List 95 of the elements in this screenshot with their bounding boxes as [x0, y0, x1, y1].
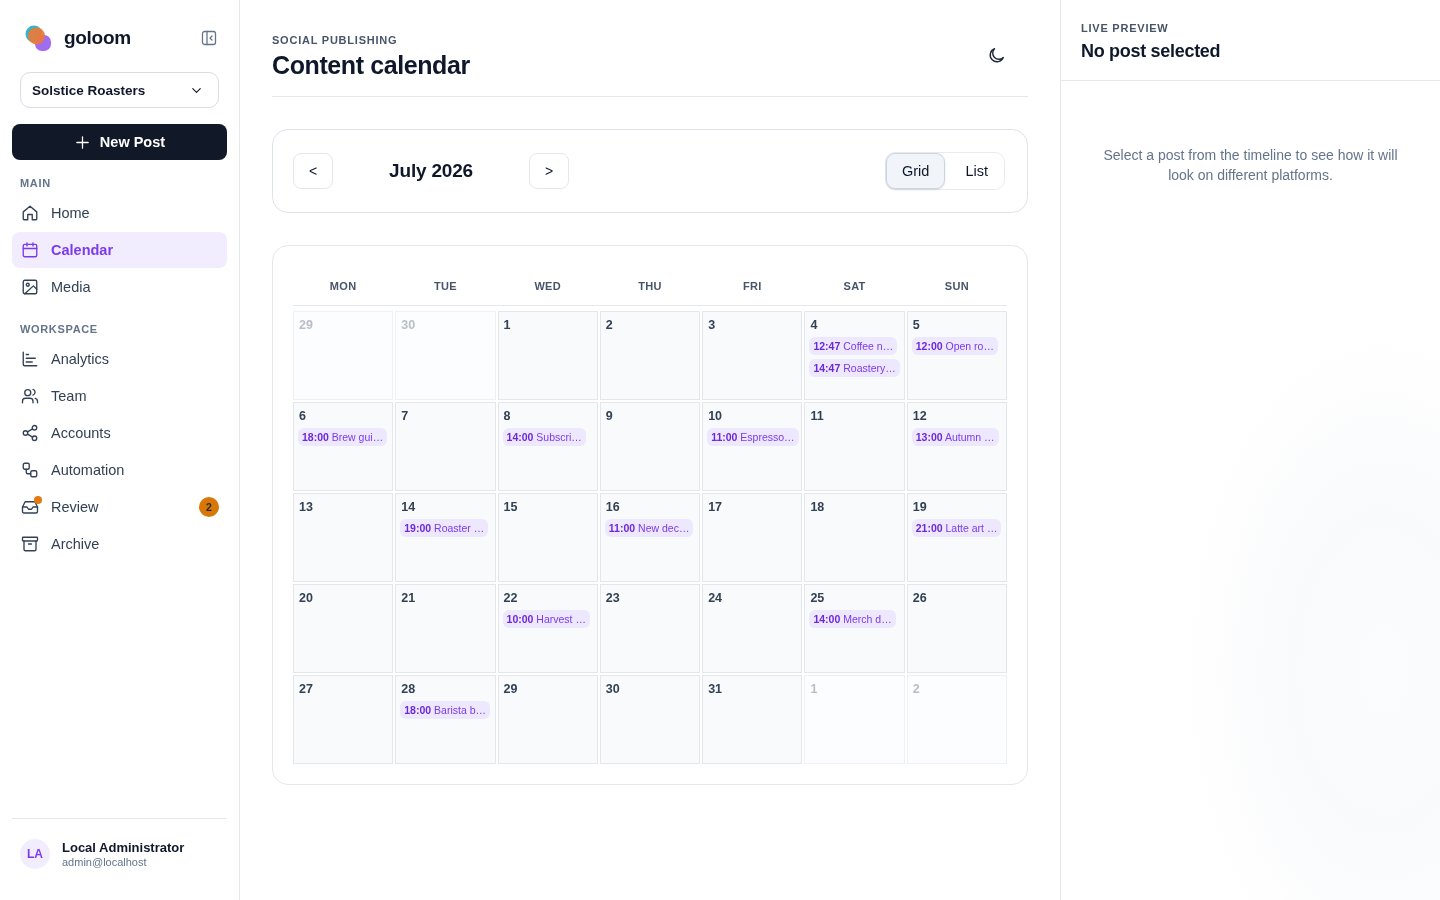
day-number: 28	[400, 682, 416, 696]
brand-name: goloom	[64, 27, 132, 49]
empty-state-message: Select a post from the timeline to see how it will look on different platforms.	[1102, 146, 1399, 185]
nav-item[interactable]: Archive	[12, 526, 227, 562]
day-number: 1	[502, 318, 511, 332]
weekday-label: SAT	[842, 279, 867, 292]
day-number: 29	[502, 682, 518, 696]
post-chip[interactable]: 11:00 New dec…	[604, 519, 694, 537]
weekday-label: TUE	[432, 279, 458, 292]
day-number: 10	[707, 409, 723, 423]
panel-eyebrow: LIVE PREVIEW	[1081, 22, 1170, 34]
bar-chart-icon	[21, 350, 39, 368]
archive-icon	[21, 535, 39, 553]
calendar-icon	[21, 241, 39, 259]
day-number: 2	[604, 318, 613, 332]
new-post-button[interactable]: New Post	[12, 124, 227, 160]
post-chip[interactable]: 18:00 Brew gui…	[298, 428, 388, 446]
nav-item[interactable]: Home	[12, 195, 227, 231]
panel-left-icon[interactable]	[201, 30, 217, 46]
day-number: 16	[604, 500, 620, 514]
previous-month-button[interactable]: <	[293, 153, 333, 189]
day-number: 18	[809, 500, 825, 514]
day-number: 13	[298, 500, 313, 514]
home-icon	[21, 204, 39, 222]
day-number: 27	[298, 682, 313, 696]
weekday-label: FRI	[741, 279, 763, 292]
weekday-label: MON	[328, 279, 358, 292]
panel-title: No post selected	[1081, 41, 1222, 62]
day-number: 3	[707, 318, 716, 332]
day-number: 7	[400, 409, 409, 423]
users-icon	[21, 387, 39, 405]
weekday-label: SUN	[943, 279, 970, 292]
post-chip[interactable]: 12:00 Open ro…	[911, 337, 998, 355]
count-badge: 2	[199, 497, 219, 517]
post-chip[interactable]: 11:00 Espresso…	[707, 428, 799, 446]
image-icon	[21, 278, 39, 296]
day-number: 25	[809, 591, 825, 605]
month-label: July 2026	[388, 160, 474, 182]
moon-icon	[987, 46, 1006, 65]
day-number: 30	[400, 318, 416, 332]
nav-item[interactable]: Calendar	[12, 232, 227, 268]
post-chip[interactable]: 14:47 Roastery…	[809, 359, 900, 377]
next-month-button[interactable]: >	[529, 153, 569, 189]
inbox-icon	[21, 498, 39, 516]
day-number: 6	[298, 409, 306, 423]
plus-icon	[73, 133, 91, 151]
day-number: 30	[604, 682, 620, 696]
workspace-select[interactable]: Solstice Roasters	[20, 72, 219, 108]
day-number: 21	[400, 591, 416, 605]
day-number: 8	[502, 409, 511, 423]
day-number: 29	[298, 318, 313, 332]
nav-item[interactable]: Automation	[12, 452, 227, 488]
day-number: 14	[400, 500, 416, 514]
weekday-label: THU	[637, 279, 663, 292]
day-number: 5	[911, 318, 920, 332]
nav-item[interactable]: Review 2	[12, 489, 227, 525]
workflow-icon	[21, 461, 39, 479]
day-number: 11	[809, 409, 824, 423]
logo-icon	[24, 24, 52, 52]
day-number: 23	[604, 591, 620, 605]
user-avatar: LA	[20, 839, 50, 869]
page-eyebrow: SOCIAL PUBLISHING	[272, 34, 399, 46]
post-chip[interactable]: 12:47 Coffee n…	[809, 337, 898, 355]
post-chip[interactable]: 21:00 Latte art …	[911, 519, 1002, 537]
user-email: admin@localhost	[62, 856, 148, 868]
post-chip[interactable]: 18:00 Barista b…	[400, 701, 490, 719]
post-chip[interactable]: 14:00 Merch d…	[809, 610, 896, 628]
day-number: 24	[707, 591, 723, 605]
nav-item[interactable]: Analytics	[12, 341, 227, 377]
page-title: Content calendar	[272, 51, 470, 80]
day-number: 19	[911, 500, 927, 514]
post-chip[interactable]: 19:00 Roaster …	[400, 519, 489, 537]
nav-item[interactable]: Team	[12, 378, 227, 414]
day-number: 12	[911, 409, 927, 423]
day-number: 17	[707, 500, 723, 514]
user-name: Local Administrator	[62, 840, 185, 855]
post-chip[interactable]: 10:00 Harvest …	[502, 610, 590, 628]
day-number: 26	[911, 591, 927, 605]
post-chip[interactable]: 14:00 Subscri…	[502, 428, 586, 446]
day-number: 1	[809, 682, 818, 696]
section-label: MAIN	[19, 177, 52, 189]
day-number: 22	[502, 591, 518, 605]
weekday-label: WED	[533, 279, 563, 292]
nav-item[interactable]: Accounts	[12, 415, 227, 451]
day-number: 9	[604, 409, 613, 423]
post-chip[interactable]: 13:00 Autumn …	[911, 428, 999, 446]
view-tab[interactable]: Grid	[886, 153, 946, 189]
share-icon	[21, 424, 39, 442]
day-number: 20	[298, 591, 313, 605]
day-number: 4	[809, 318, 818, 332]
day-number: 2	[911, 682, 920, 696]
day-number: 31	[707, 682, 723, 696]
day-number: 15	[502, 500, 518, 514]
section-label: WORKSPACE	[19, 323, 99, 335]
nav-item[interactable]: Media	[12, 269, 227, 305]
